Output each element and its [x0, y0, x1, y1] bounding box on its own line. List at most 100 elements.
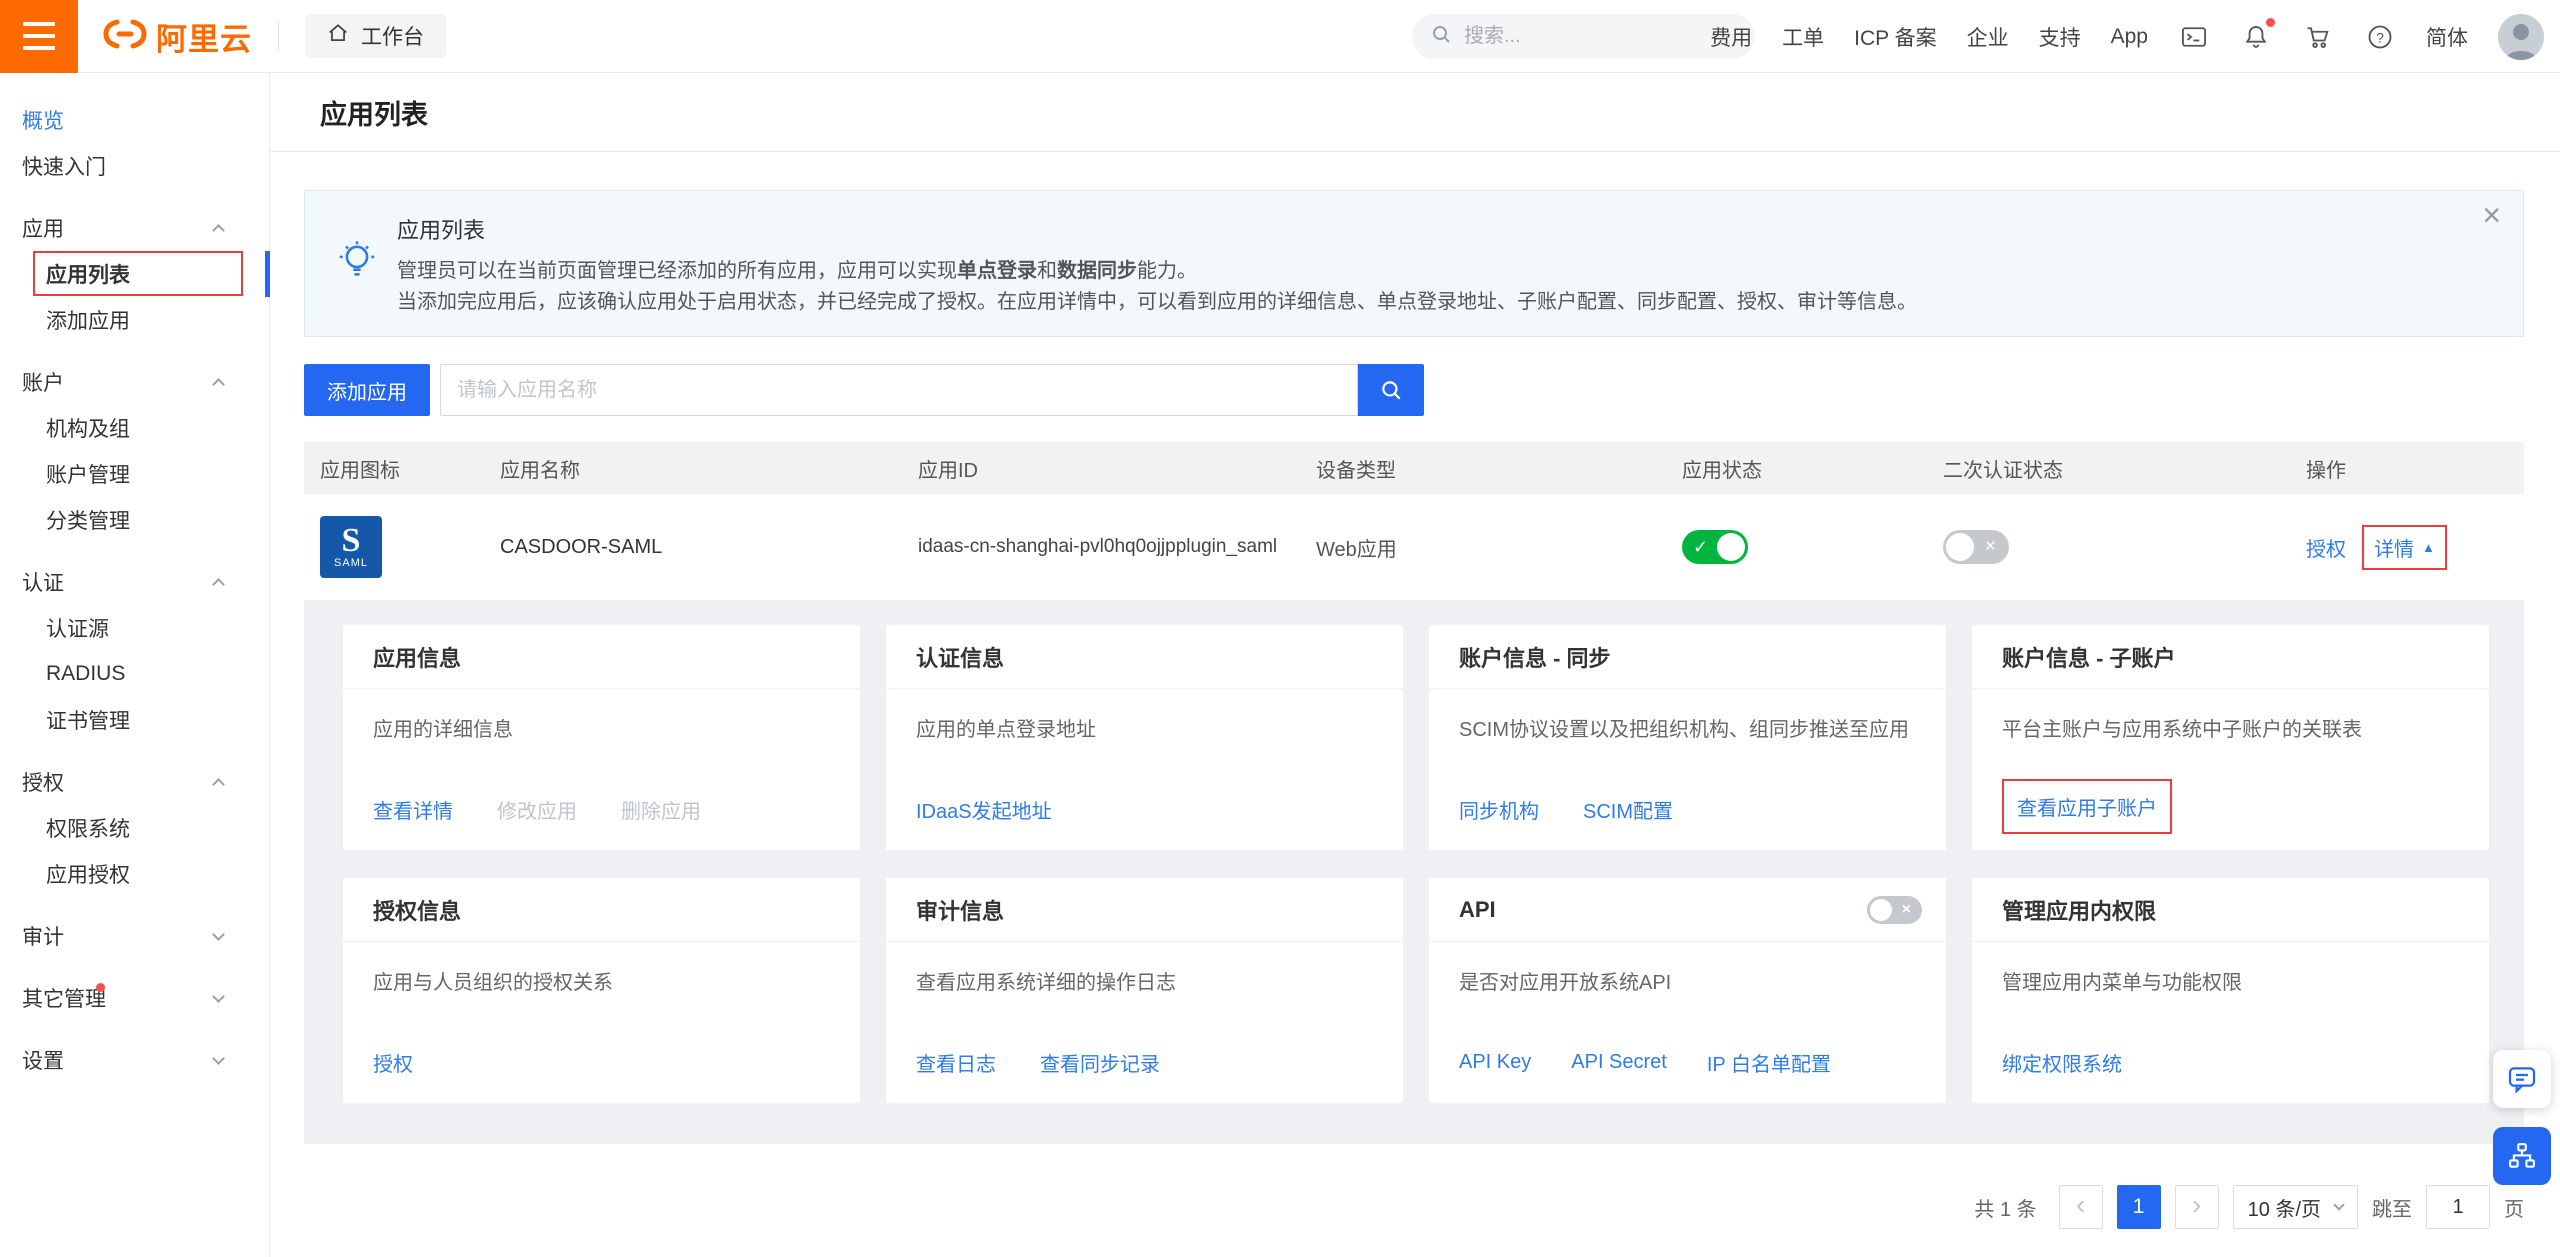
sidebar-item-idp-source[interactable]: 认证源	[0, 605, 269, 651]
app-status-toggle[interactable]: ✓	[1682, 530, 1748, 564]
view-detail-link[interactable]: 查看详情	[373, 795, 453, 824]
sidebar-section-label: 设置	[22, 1045, 64, 1075]
sidebar-section-authn[interactable]: 认证	[0, 559, 269, 605]
scim-config-link[interactable]: SCIM配置	[1583, 795, 1673, 824]
sidebar-section-other-mgmt[interactable]: 其它管理	[0, 975, 269, 1021]
prev-page-button[interactable]: ‹	[2059, 1185, 2103, 1229]
nav-right-cluster: 费用 工单 ICP 备案 企业 支持 App ?	[1710, 0, 2544, 73]
page-size-value: 10 条/页	[2248, 1193, 2321, 1222]
sidebar-section-settings[interactable]: 设置	[0, 1037, 269, 1083]
nav-item-tickets[interactable]: 工单	[1782, 22, 1824, 52]
banner-title: 应用列表	[397, 213, 2453, 245]
banner-bold-sso: 单点登录	[957, 260, 1037, 282]
sidebar-item-label: 权限系统	[46, 813, 130, 843]
sidebar-item-label: 快速入门	[22, 151, 106, 181]
sidebar-item-overview[interactable]: 概览	[0, 97, 269, 143]
sidebar-item-label: 概览	[22, 105, 64, 135]
nav-item-icp[interactable]: ICP 备案	[1854, 22, 1936, 52]
main-content: 应用列表 应用列表 管理员可以在当前页面管理已经添加的所有应用，应用可以实现单点…	[270, 73, 2560, 1257]
current-page-button[interactable]: 1	[2117, 1185, 2161, 1229]
view-sub-accounts-link[interactable]: 查看应用子账户	[2017, 798, 2157, 820]
sidebar-item-app-list[interactable]: 应用列表	[0, 251, 269, 297]
jump-page-input[interactable]	[2426, 1185, 2490, 1229]
language-switch[interactable]: 简体	[2426, 22, 2468, 52]
workbench-button[interactable]: 工作台	[305, 14, 446, 58]
card-title: API	[1459, 897, 1496, 923]
bind-permission-system-link[interactable]: 绑定权限系统	[2002, 1048, 2122, 1077]
org-switch-button[interactable]	[2493, 1127, 2551, 1185]
api-key-link[interactable]: API Key	[1459, 1051, 1531, 1074]
sync-org-link[interactable]: 同步机构	[1459, 795, 1539, 824]
sidebar-item-quickstart[interactable]: 快速入门	[0, 143, 269, 189]
bulb-icon	[335, 239, 379, 288]
view-logs-link[interactable]: 查看日志	[916, 1048, 996, 1077]
authorize-link[interactable]: 授权	[2306, 533, 2346, 562]
search-icon	[1379, 378, 1403, 402]
sidebar-section-apps[interactable]: 应用	[0, 205, 269, 251]
aliyun-logo-text: 阿里云	[156, 14, 252, 59]
cart-icon[interactable]	[2302, 21, 2334, 53]
banner-text: 能力。	[1137, 260, 1197, 282]
aliyun-logo[interactable]: 阿里云	[102, 14, 252, 59]
chevron-down-icon	[212, 1052, 225, 1065]
sidebar-item-cert-mgmt[interactable]: 证书管理	[0, 697, 269, 743]
notification-bell-icon[interactable]	[2240, 21, 2272, 53]
chevron-up-icon	[212, 578, 225, 591]
sidebar-item-app-authorization[interactable]: 应用授权	[0, 851, 269, 897]
card-desc: 应用的单点登录地址	[886, 689, 1403, 745]
detail-link[interactable]: 详情	[2374, 533, 2414, 562]
nav-item-enterprise[interactable]: 企业	[1967, 22, 2009, 52]
next-page-button[interactable]: ›	[2175, 1185, 2219, 1229]
nav-divider	[278, 21, 279, 51]
col-header-device-type: 设备类型	[1316, 454, 1682, 483]
banner-line-2: 当添加完应用后，应该确认应用处于启用状态，并已经完成了授权。在应用详情中，可以看…	[397, 287, 2453, 318]
nav-item-billing[interactable]: 费用	[1710, 22, 1752, 52]
idaas-sso-url-link[interactable]: IDaaS发起地址	[916, 795, 1052, 824]
view-sync-records-link[interactable]: 查看同步记录	[1040, 1048, 1160, 1077]
global-search[interactable]	[1412, 14, 1755, 59]
card-authz-info: 授权信息 应用与人员组织的授权关系 授权	[343, 878, 860, 1103]
sidebar-section-audit[interactable]: 审计	[0, 913, 269, 959]
console-icon[interactable]	[2178, 21, 2210, 53]
help-icon[interactable]: ?	[2364, 21, 2396, 53]
authorize-card-link[interactable]: 授权	[373, 1048, 413, 1077]
sidebar-item-category-mgmt[interactable]: 分类管理	[0, 497, 269, 543]
banner-bold-sync: 数据同步	[1057, 260, 1137, 282]
api-secret-link[interactable]: API Secret	[1571, 1051, 1667, 1074]
device-type: Web应用	[1316, 533, 1682, 562]
sidebar-section-label: 其它管理	[22, 983, 106, 1013]
sidebar-item-permission-system[interactable]: 权限系统	[0, 805, 269, 851]
sidebar-item-add-app[interactable]: 添加应用	[0, 297, 269, 343]
close-icon[interactable]: ×	[2482, 199, 2501, 231]
api-toggle[interactable]: ×	[1867, 896, 1922, 924]
nav-item-app[interactable]: App	[2111, 25, 2148, 49]
sidebar-section-authz[interactable]: 授权	[0, 759, 269, 805]
sidebar-item-radius[interactable]: RADIUS	[0, 651, 269, 697]
table-header-row: 应用图标 应用名称 应用ID 设备类型 应用状态 二次认证状态 操作	[304, 442, 2524, 494]
sidebar: 概览 快速入门 应用 应用列表 添加应用 账户 机构及组 账户管理 分类管理 认…	[0, 73, 270, 1257]
user-avatar[interactable]	[2498, 14, 2544, 60]
sidebar-item-label: 添加应用	[46, 305, 130, 335]
ip-whitelist-link[interactable]: IP 白名单配置	[1707, 1048, 1831, 1077]
search-button[interactable]	[1358, 364, 1424, 416]
notification-dot	[2266, 18, 2275, 27]
sidebar-section-label: 账户	[22, 367, 64, 397]
add-app-button[interactable]: 添加应用	[304, 364, 430, 416]
toggle-knob	[1946, 533, 1974, 561]
sidebar-item-account-mgmt[interactable]: 账户管理	[0, 451, 269, 497]
sidebar-section-accounts[interactable]: 账户	[0, 359, 269, 405]
page-size-select[interactable]: 10 条/页	[2233, 1185, 2358, 1229]
app-search-input[interactable]	[440, 364, 1358, 416]
mfa-status-toggle[interactable]: ×	[1943, 530, 2009, 564]
chat-icon	[2506, 1063, 2538, 1095]
nav-item-support[interactable]: 支持	[2039, 22, 2081, 52]
sidebar-item-org-groups[interactable]: 机构及组	[0, 405, 269, 451]
col-header-2fa-status: 二次认证状态	[1943, 454, 2306, 483]
top-navbar: 阿里云 工作台 费用 工单 ICP 备案 企业 支持 App	[0, 0, 2560, 73]
global-search-input[interactable]	[1462, 24, 1732, 49]
sidebar-item-label: 账户管理	[46, 459, 130, 489]
feedback-chat-button[interactable]	[2493, 1050, 2551, 1108]
sidebar-item-label: 应用授权	[46, 859, 130, 889]
hamburger-menu-icon[interactable]	[0, 0, 78, 73]
card-account-sync: 账户信息 - 同步 SCIM协议设置以及把组织机构、组同步推送至应用 同步机构 …	[1429, 625, 1946, 850]
